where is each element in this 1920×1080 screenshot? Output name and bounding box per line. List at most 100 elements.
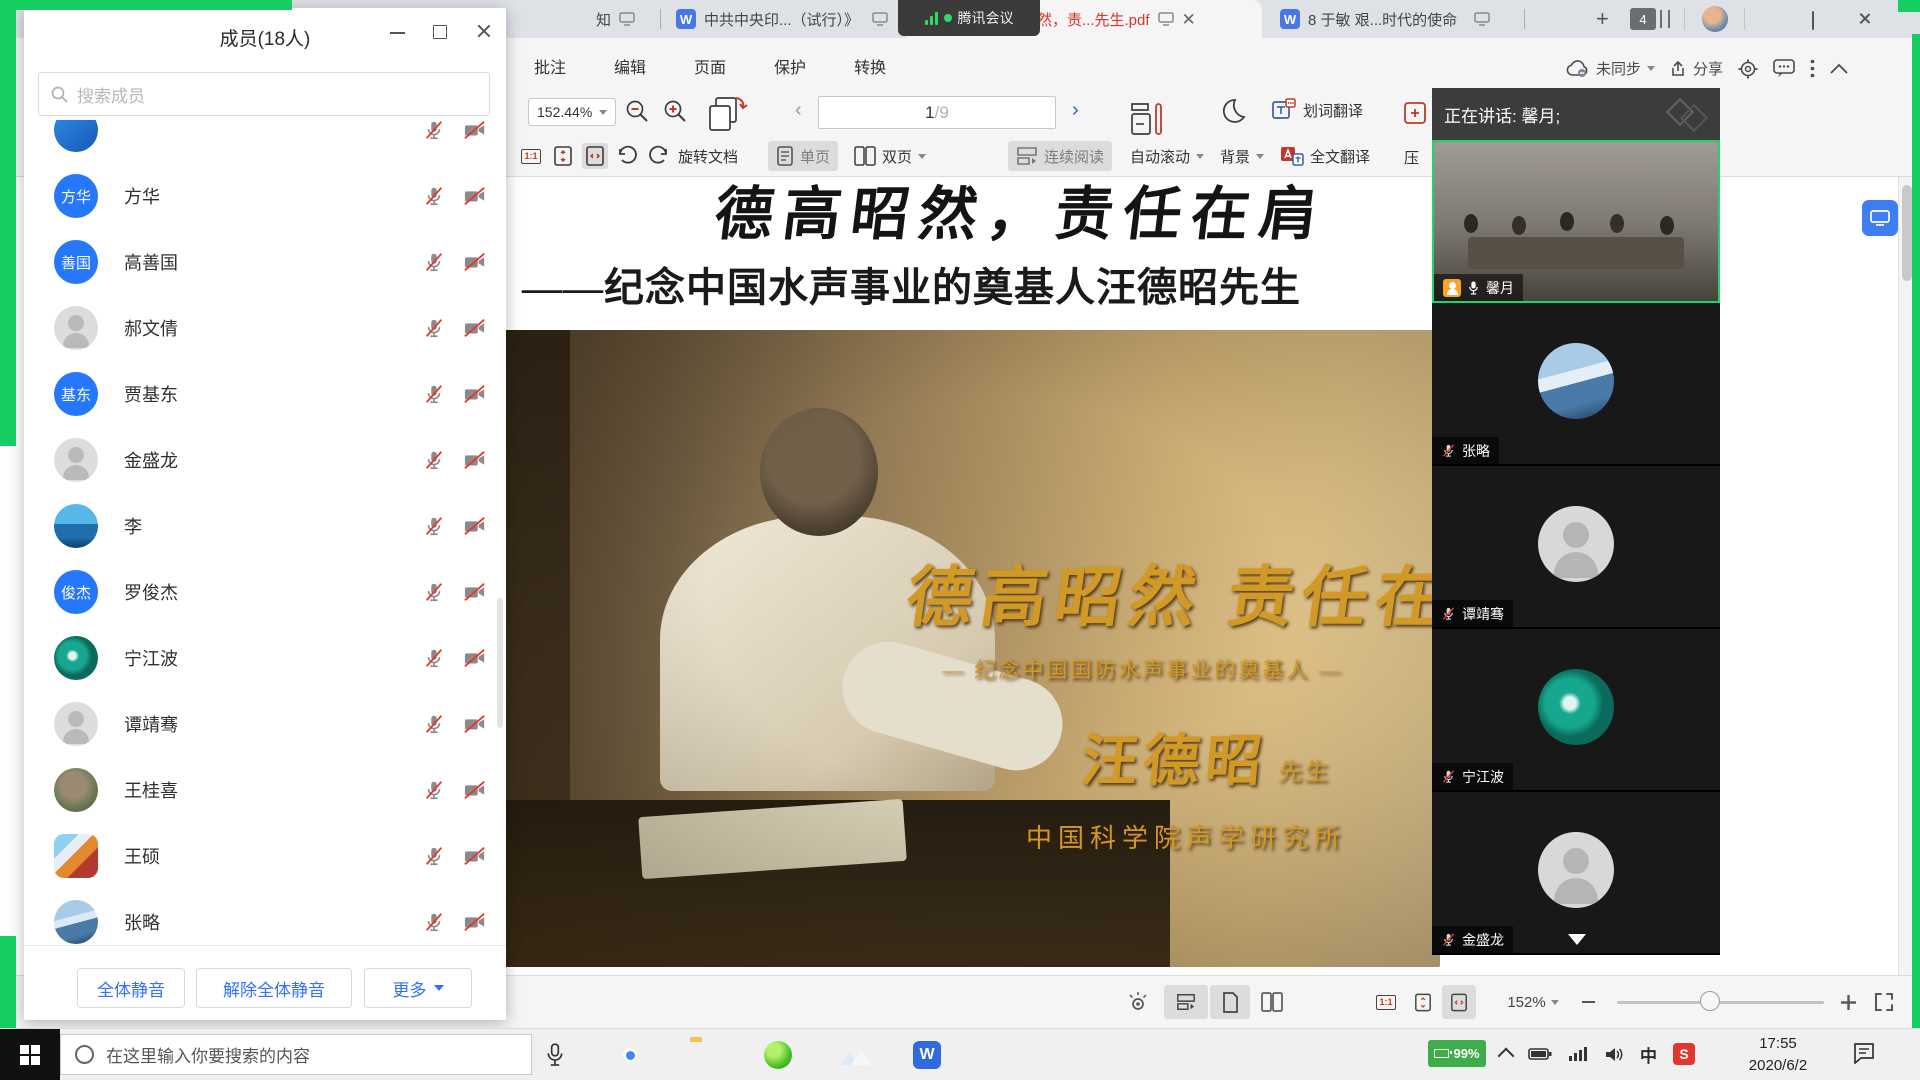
mic-muted-icon[interactable] [423,120,445,141]
mic-muted-icon[interactable] [423,449,445,471]
share-button[interactable]: 分享 [1670,58,1723,79]
continuous-mode-icon[interactable] [1164,985,1208,1019]
toolbar-menu-item[interactable]: 转换 [854,54,886,78]
double-page-button[interactable]: 双页 [846,141,934,171]
camera-muted-icon[interactable] [462,120,488,141]
member-row[interactable]: 俊杰 罗俊杰 [24,559,506,625]
member-list-scrollbar[interactable] [497,598,503,728]
tab-close-icon[interactable]: ✕ [1182,11,1196,28]
auto-scroll-button[interactable]: 自动滚动 [1122,141,1212,171]
fullscreen-icon[interactable] [1868,985,1900,1019]
member-row[interactable]: 宁江波 [24,625,506,691]
member-row[interactable]: 李 [24,493,506,559]
window-restore-button[interactable] [1812,13,1814,28]
sogou-input-icon[interactable]: S [1673,1043,1695,1065]
two-page-mode-icon[interactable] [1252,985,1292,1019]
zoom-percent-dropdown[interactable]: 152.44% [528,98,616,126]
status-zoom-dropdown[interactable]: 152% [1498,985,1568,1019]
more-button[interactable]: 更多 [364,968,472,1008]
camera-muted-icon[interactable] [462,317,488,339]
panel-close-button[interactable] [476,23,492,39]
tencent-meeting-floatbar[interactable]: 腾讯会议 [898,0,1040,36]
moon-background-icon[interactable] [1218,98,1246,131]
rotate-right-icon[interactable] [646,143,672,169]
member-row[interactable]: 谭靖骞 [24,691,506,757]
green-browser-icon[interactable] [764,1041,792,1069]
fit-width-status-button[interactable] [1442,985,1476,1019]
more-dots-icon[interactable] [1810,59,1815,78]
zoom-slider-plus[interactable] [1836,985,1860,1019]
single-page-button[interactable]: 单页 [768,141,838,171]
taskbar-mic-icon[interactable] [545,1042,567,1070]
camera-muted-icon[interactable] [462,845,488,867]
zoom-slider-minus[interactable] [1576,985,1600,1019]
video-tile[interactable]: 张略 [1432,303,1720,466]
mic-muted-icon[interactable] [423,185,445,207]
member-row[interactable]: 善国 高善国 [24,229,506,295]
comment-bubble-icon[interactable] [1773,59,1795,78]
tray-expand-icon[interactable] [1498,1048,1515,1065]
actual-size-status-button[interactable]: 1:1 [1370,985,1402,1019]
tray-battery-icon[interactable] [1528,1047,1552,1061]
tab-count-badge[interactable]: 4 [1630,8,1656,30]
mic-muted-icon[interactable] [423,845,445,867]
battery-percent-badge[interactable]: 99% [1428,1040,1486,1067]
action-center-icon[interactable] [1852,1042,1876,1069]
vertical-scrollbar[interactable] [1898,177,1915,975]
camera-muted-icon[interactable] [462,515,488,537]
compress-label[interactable]: 压 [1404,147,1419,168]
collapse-toolbar-icon[interactable] [1830,63,1848,74]
mic-muted-icon[interactable] [423,911,445,933]
mic-muted-icon[interactable] [423,251,445,273]
toolbar-menu-item[interactable]: 页面 [694,54,726,78]
video-tile[interactable]: 宁江波 [1432,629,1720,792]
camera-muted-icon[interactable] [462,911,488,933]
tab-wps-doc[interactable]: W 中共中央印...（试行）》 [676,0,896,38]
eye-protect-icon[interactable] [1122,985,1154,1019]
mic-muted-icon[interactable] [423,383,445,405]
camera-muted-icon[interactable] [462,713,488,735]
member-row[interactable]: 基东 贾基东 [24,361,506,427]
mute-all-button[interactable]: 全体静音 [77,968,185,1008]
toolbar-menu-item[interactable]: 保护 [774,54,806,78]
floating-tool-button[interactable] [1862,200,1898,236]
next-page-arrow[interactable]: › [1072,100,1079,120]
scrollbar-thumb[interactable] [1902,185,1912,281]
auto-scroll-icon[interactable] [1128,100,1166,141]
browser-profile-avatar[interactable] [1702,6,1728,32]
member-row[interactable]: 方华 方华 [24,163,506,229]
member-row[interactable]: 张略 [24,889,506,945]
tab-wps-doc2[interactable]: W 8 于敏 艰...时代的使命 [1280,0,1510,38]
panel-maximize-button[interactable] [433,25,447,39]
tray-network-icon[interactable] [1568,1046,1588,1062]
camera-muted-icon[interactable] [462,185,488,207]
rotate-left-icon[interactable] [614,143,640,169]
member-search-input[interactable]: 搜索成员 [38,72,490,116]
settings-gear-icon[interactable] [1738,59,1758,79]
member-row[interactable]: 王硕 [24,823,506,889]
video-tile[interactable]: 金盛龙 [1432,792,1720,955]
full-translate-button[interactable]: 全文翻译 [1272,141,1378,171]
member-row[interactable]: 金盛龙 [24,427,506,493]
camera-muted-icon[interactable] [462,251,488,273]
member-row[interactable]: 王桂喜 [24,757,506,823]
unmute-all-button[interactable]: 解除全体静音 [196,968,352,1008]
toolbar-menu-item[interactable]: 编辑 [614,54,646,78]
mic-muted-icon[interactable] [423,713,445,735]
fit-width-button[interactable] [582,143,608,169]
compress-icon[interactable] [1402,100,1428,131]
single-page-mode-icon[interactable] [1210,985,1250,1019]
background-button[interactable]: 背景 [1212,141,1272,171]
fit-page-status-button[interactable] [1406,985,1440,1019]
camera-muted-icon[interactable] [462,581,488,603]
member-row[interactable] [24,120,506,163]
expand-arrow-icon[interactable] [1568,934,1586,945]
tab-partial[interactable]: 知 [596,0,652,38]
camera-muted-icon[interactable] [462,647,488,669]
zoom-slider-track[interactable] [1617,1001,1824,1004]
tab-list-icon[interactable] [1660,10,1670,28]
camera-muted-icon[interactable] [462,779,488,801]
video-tile[interactable]: 谭靖骞 [1432,466,1720,629]
zoom-in-button[interactable] [662,98,688,129]
rotate-document-icon[interactable] [706,94,748,139]
